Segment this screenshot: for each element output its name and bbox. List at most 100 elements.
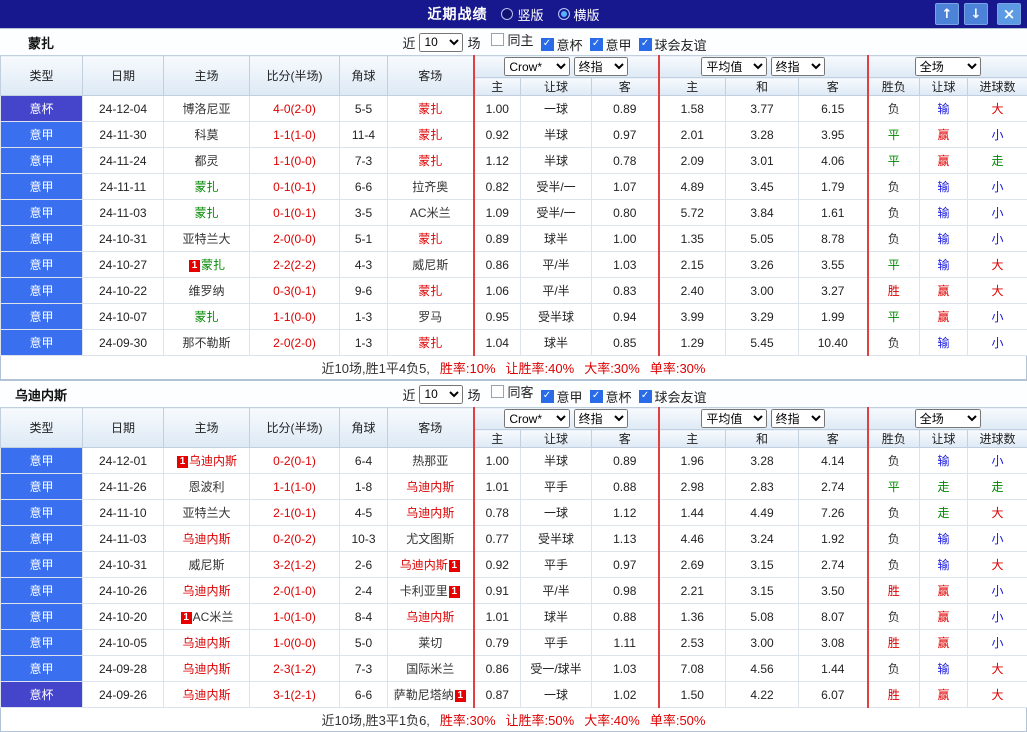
match-row: 意杯 24-09-26 乌迪内斯 3-1(2-1) 6-6 萨勒尼塔纳 1 0.87 一球 1.0… <box>0 681 1027 708</box>
matches-unit-label: 场 <box>467 35 481 51</box>
home-team-cell: 乌迪内斯 <box>163 577 250 604</box>
score-cell: 0-1(0-1) <box>249 173 340 200</box>
filter-checkbox[interactable]: ✓ 意甲 <box>589 35 632 54</box>
close-button[interactable]: × <box>997 3 1021 25</box>
asian-away-odds-cell: 0.89 <box>591 95 660 122</box>
team-name-text: 那不勒斯 <box>182 336 231 350</box>
asian-home-odds-cell: 0.92 <box>473 551 521 578</box>
red-card-badge: 1 <box>448 560 460 572</box>
league-cell: 意甲 <box>0 147 83 174</box>
scope-select[interactable]: 全场 <box>914 57 981 76</box>
home-team-cell: 蒙扎 <box>163 199 250 226</box>
asian-away-odds-cell: 1.13 <box>591 525 660 552</box>
handicap-line-cell: 受半/一 <box>520 199 592 226</box>
asian-odds-provider-select[interactable]: Crow* <box>504 409 571 428</box>
match-result-cell: 负 <box>867 225 920 252</box>
asian-odds-stage-select[interactable]: 终指 <box>573 409 628 428</box>
euro-home-odds-cell: 1.29 <box>658 329 726 356</box>
corner-cell: 1-3 <box>339 329 388 356</box>
filter-checkbox[interactable]: ✓ 意杯 <box>540 35 583 54</box>
filter-checkbox[interactable]: ✓ 意杯 <box>589 387 632 406</box>
handicap-line-cell: 受半球 <box>520 525 592 552</box>
euro-odds-provider-select[interactable]: 平均值 <box>701 57 768 76</box>
away-team-cell: 乌迪内斯 <box>387 473 475 500</box>
euro-away-odds-cell: 3.95 <box>798 121 869 148</box>
euro-home-odds-cell: 4.46 <box>658 525 726 552</box>
euro-away-odds-cell: 4.06 <box>798 147 869 174</box>
score-cell: 1-1(0-0) <box>249 303 340 330</box>
match-result-cell: 胜 <box>867 577 920 604</box>
corner-cell: 1-8 <box>339 473 388 500</box>
euro-home-odds-cell: 2.09 <box>658 147 726 174</box>
asian-home-odds-cell: 1.12 <box>473 147 521 174</box>
match-row: 意甲 24-10-26 乌迪内斯 2-0(1-0) 2-4 卡利亚里 1 0.91 平/半 0.9… <box>0 577 1027 604</box>
handicap-result-cell: 赢 <box>919 277 968 304</box>
asian-odds-stage-select[interactable]: 终指 <box>573 57 628 76</box>
titlebar: 近期战绩 竖版 横版 ↑ ↓ × <box>0 0 1027 28</box>
euro-away-odds-cell: 1.79 <box>798 173 869 200</box>
date-cell: 24-09-30 <box>82 329 164 356</box>
team-name-text: 乌迪内斯 <box>182 688 231 702</box>
match-count-select[interactable]: 10 <box>419 384 464 404</box>
col-header-asian-home: 主 <box>473 77 521 96</box>
euro-away-odds-cell: 3.55 <box>798 251 869 278</box>
handicap-line-cell: 球半 <box>520 603 592 630</box>
filter-checkbox[interactable]: 同客 <box>491 382 534 401</box>
match-count-select[interactable]: 10 <box>419 32 464 52</box>
date-cell: 24-10-31 <box>82 225 164 252</box>
team-name-text: 乌迪内斯 <box>399 558 448 572</box>
team-name-text: 蒙扎 <box>194 206 219 220</box>
handicap-result-cell: 输 <box>919 95 968 122</box>
goals-result-cell: 小 <box>967 629 1027 656</box>
date-cell: 24-10-31 <box>82 551 164 578</box>
euro-home-odds-cell: 4.89 <box>658 173 726 200</box>
corner-cell: 6-6 <box>339 173 388 200</box>
euro-odds-stage-select[interactable]: 终指 <box>770 57 825 76</box>
league-cell: 意甲 <box>0 525 83 552</box>
col-header-euro-draw: 和 <box>725 77 799 96</box>
date-cell: 24-12-01 <box>82 447 164 474</box>
asian-home-odds-cell: 0.78 <box>473 499 521 526</box>
euro-odds-provider-select[interactable]: 平均值 <box>701 409 768 428</box>
filter-label: 同主 <box>507 33 534 49</box>
asian-away-odds-cell: 1.07 <box>591 173 660 200</box>
filters-box: 同主 ✓ 意杯 ✓ 意甲 ✓ 球会友谊 <box>484 30 707 54</box>
filter-checkbox[interactable]: ✓ 球会友谊 <box>638 35 707 54</box>
filter-checkbox[interactable]: ✓ 球会友谊 <box>638 387 707 406</box>
team-name-text: 国际米兰 <box>406 662 455 676</box>
euro-away-odds-cell: 1.99 <box>798 303 869 330</box>
unchecked-checkbox-icon <box>491 385 505 399</box>
league-cell: 意甲 <box>0 603 83 630</box>
asian-odds-provider-select[interactable]: Crow* <box>504 57 571 76</box>
checked-checkbox-icon: ✓ <box>540 389 554 403</box>
move-up-button[interactable]: ↑ <box>935 3 959 25</box>
team-name-text: 蒙扎 <box>418 102 443 116</box>
euro-home-odds-cell: 1.35 <box>658 225 726 252</box>
team-name-text: 博洛尼亚 <box>182 102 231 116</box>
col-header-result: 胜负 <box>867 77 920 96</box>
date-cell: 24-11-03 <box>82 199 164 226</box>
filter-label: 球会友谊 <box>654 389 707 405</box>
col-header-asian-away: 客 <box>591 77 660 96</box>
score-cell: 2-2(2-2) <box>249 251 340 278</box>
filter-checkbox[interactable]: ✓ 意甲 <box>540 387 583 406</box>
score-cell: 2-3(1-2) <box>249 655 340 682</box>
corner-cell: 9-6 <box>339 277 388 304</box>
red-card-badge: 1 <box>454 690 466 702</box>
layout-horizontal-radio[interactable]: 横版 <box>557 5 600 24</box>
asian-home-odds-cell: 1.00 <box>473 447 521 474</box>
team-name-text: 乌迪内斯 <box>406 480 455 494</box>
corner-cell: 10-3 <box>339 525 388 552</box>
match-result-cell: 平 <box>867 121 920 148</box>
euro-draw-odds-cell: 3.28 <box>725 121 799 148</box>
handicap-result-cell: 输 <box>919 655 968 682</box>
euro-odds-stage-select[interactable]: 终指 <box>770 409 825 428</box>
scope-select[interactable]: 全场 <box>914 409 981 428</box>
move-down-button[interactable]: ↓ <box>964 3 988 25</box>
filter-checkbox[interactable]: 同主 <box>491 30 534 49</box>
match-result-cell: 负 <box>867 499 920 526</box>
layout-vertical-radio[interactable]: 竖版 <box>501 5 544 24</box>
euro-odds-group-header: 平均值 终指 <box>658 407 869 430</box>
col-header-asian-away: 客 <box>591 429 660 448</box>
corner-cell: 6-6 <box>339 681 388 708</box>
